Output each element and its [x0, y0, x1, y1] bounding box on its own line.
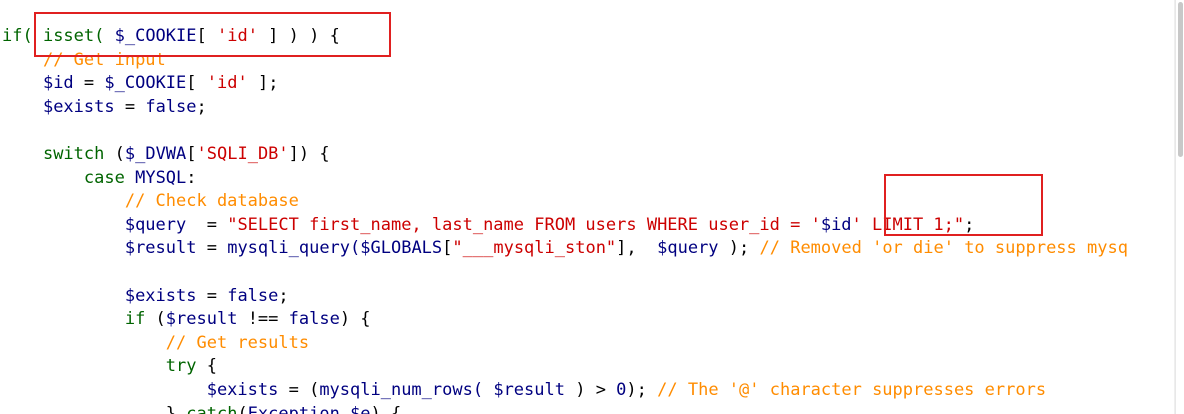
code-token: $id [820, 214, 852, 235]
code-token: // Get results [165, 332, 310, 353]
code-line: $exists = false; [2, 285, 289, 309]
code-token: switch [42, 144, 105, 164]
code-token: $e [350, 403, 371, 414]
code-token: // Check database [124, 191, 299, 212]
code-token: = [196, 238, 228, 259]
code-token: ( [145, 309, 166, 330]
code-token: 0 [616, 380, 627, 400]
code-token: Exception [247, 403, 340, 414]
code-token: $id [42, 73, 74, 94]
code-token: !== [237, 309, 289, 330]
code-token: ) { [339, 309, 371, 330]
code-line: try { [2, 355, 217, 379]
code-token: ) > [564, 380, 617, 400]
code-line: switch ($_DVWA['SQLI_DB']) { [2, 143, 330, 167]
code-token: $_DVWA [124, 144, 187, 164]
code-token: $result [493, 380, 565, 400]
highlight-box-limit-clause [884, 174, 1043, 236]
code-token: $_COOKIE [104, 73, 187, 94]
code-token: mysqli_num_rows( [319, 380, 484, 400]
code-token: $result [124, 238, 197, 259]
code-token: ; [278, 285, 289, 306]
code-token: false [145, 96, 197, 117]
code-line: if ($result !== false) { [2, 308, 371, 332]
code-token: = [186, 214, 228, 235]
code-token: ) { [370, 403, 402, 414]
code-token: MYSQL [135, 167, 187, 188]
code-token: false [288, 309, 340, 330]
code-token: [ [186, 144, 197, 164]
code-token: ); [718, 238, 760, 259]
code-token: [ [186, 73, 207, 94]
code-token: ); [626, 380, 658, 400]
code-token: if [124, 309, 146, 330]
vertical-scrollbar[interactable] [1175, 0, 1184, 414]
code-token: $query [124, 214, 187, 235]
code-token: catch [186, 403, 238, 414]
code-token: // The '@' character suppresses errors [657, 380, 1047, 400]
code-token: "SELECT first_name, last_name FROM users… [227, 214, 821, 235]
code-token: = [196, 285, 228, 306]
code-line: // Check database [2, 190, 299, 214]
code-token: ]) { [288, 144, 330, 164]
code-token: = [114, 96, 146, 117]
code-token: { [196, 356, 217, 377]
scrollbar-thumb[interactable] [1178, 2, 1183, 157]
code-token: [ [442, 238, 453, 259]
code-token: 'SQLI_DB' [196, 144, 289, 164]
code-token: try [165, 356, 197, 377]
code-line: case MYSQL: [2, 167, 197, 191]
code-token: $exists [124, 285, 197, 306]
code-token: 'id' [206, 73, 248, 94]
code-line: $result = mysqli_query($GLOBALS["___mysq… [2, 237, 1128, 261]
code-line: $query = "SELECT first_name, last_name F… [2, 214, 975, 238]
code-line: $exists = (mysqli_num_rows( $result ) > … [2, 379, 1046, 403]
code-token: mysqli_query( [227, 238, 361, 259]
code-token: // Removed 'or die' to suppress mysq [759, 238, 1128, 259]
code-line: } catch(Exception $e) { [2, 403, 402, 414]
code-token: false [227, 285, 279, 306]
code-token: = [73, 73, 105, 94]
code-token: $GLOBALS [360, 238, 443, 259]
highlight-box-isset-cookie [34, 12, 391, 57]
code-token: ; [196, 96, 207, 117]
code-token: ( [237, 403, 248, 414]
code-token: $result [165, 309, 238, 330]
code-token: case [83, 167, 125, 188]
code-token: = ( [278, 380, 320, 400]
code-token: } [165, 403, 187, 414]
code-token: $exists [206, 380, 279, 400]
code-token: ]; [247, 73, 279, 94]
code-token: ( [104, 144, 125, 164]
code-line: // Get results [2, 332, 309, 356]
code-token: $exists [42, 96, 115, 117]
code-token: "___mysqli_ston" [452, 238, 617, 259]
code-line: $id = $_COOKIE[ 'id' ]; [2, 72, 278, 96]
code-token: $query [657, 238, 719, 259]
code-token: ], [616, 238, 658, 259]
code-line: $exists = false; [2, 96, 207, 120]
code-token: : [186, 167, 197, 188]
